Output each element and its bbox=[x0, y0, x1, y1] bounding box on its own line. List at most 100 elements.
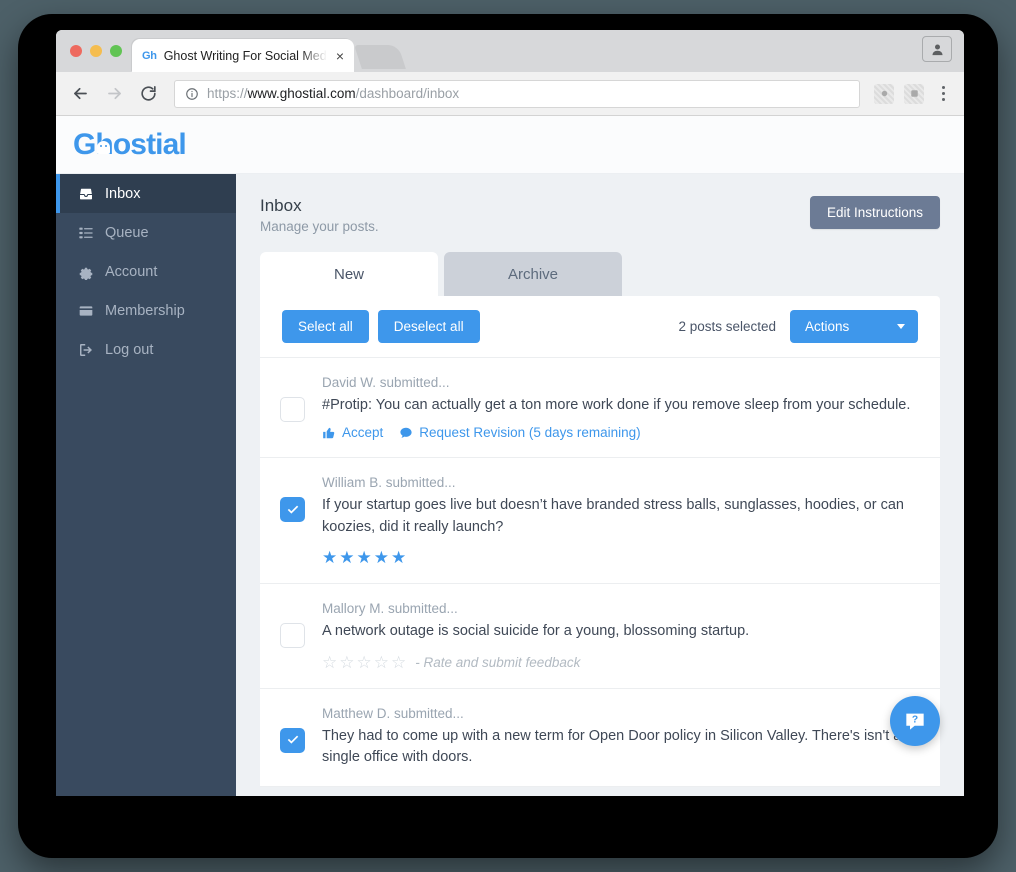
tab-new[interactable]: New bbox=[260, 252, 438, 296]
extension-icon-1[interactable] bbox=[874, 83, 894, 104]
actions-label: Actions bbox=[805, 319, 850, 334]
check-icon bbox=[287, 735, 298, 744]
request-revision-link[interactable]: Request Revision (5 days remaining) bbox=[399, 425, 641, 441]
post-row[interactable]: David W. submitted... #Protip: You can a… bbox=[260, 358, 940, 459]
credit-card-icon bbox=[78, 303, 94, 319]
window-controls bbox=[70, 45, 122, 57]
forward-button[interactable] bbox=[102, 82, 126, 106]
arrow-right-icon bbox=[107, 87, 121, 100]
star-icon[interactable]: ★ bbox=[339, 549, 354, 566]
page-title: Inbox bbox=[260, 196, 302, 215]
accept-label: Accept bbox=[342, 425, 384, 441]
sidebar-item-label: Membership bbox=[105, 302, 185, 319]
page-heading-block: Inbox Manage your posts. bbox=[260, 196, 379, 234]
svg-text:?: ? bbox=[912, 715, 918, 726]
square-icon bbox=[910, 90, 918, 97]
back-button[interactable] bbox=[68, 82, 92, 106]
profile-button[interactable] bbox=[922, 36, 952, 62]
comment-icon bbox=[400, 427, 412, 438]
post-row[interactable]: William B. submitted... If your startup … bbox=[260, 458, 940, 585]
sidebar-item-log-out[interactable]: Log out bbox=[56, 330, 236, 369]
post-author: Mallory M. submitted... bbox=[322, 601, 458, 617]
edit-instructions-button[interactable]: Edit Instructions bbox=[809, 196, 940, 229]
inbox-icon bbox=[78, 186, 94, 202]
person-icon bbox=[932, 44, 942, 55]
post-body: Matthew D. submitted... They had to come… bbox=[322, 706, 918, 769]
star-icon[interactable]: ☆ bbox=[391, 654, 406, 671]
deselect-all-button[interactable]: Deselect all bbox=[377, 310, 480, 343]
sidebar: Inbox Queue Account Membership Log out bbox=[56, 174, 236, 796]
sidebar-item-inbox[interactable]: Inbox bbox=[56, 174, 236, 213]
help-button[interactable]: ? bbox=[890, 696, 940, 746]
post-rating[interactable]: ★ ★ ★ ★ ★ bbox=[322, 549, 918, 566]
star-icon[interactable]: ★ bbox=[374, 549, 389, 566]
sidebar-item-account[interactable]: Account bbox=[56, 252, 236, 291]
app-header: Ghostial bbox=[56, 116, 964, 174]
selection-count: 2 posts selected bbox=[678, 319, 776, 334]
url-text: https://www.ghostial.com/dashboard/inbox bbox=[207, 86, 459, 101]
post-text: A network outage is social suicide for a… bbox=[322, 623, 750, 640]
sidebar-item-label: Log out bbox=[105, 341, 154, 358]
post-rating[interactable]: ☆ ☆ ☆ ☆ ☆ - Rate and submit feedback bbox=[322, 654, 918, 671]
post-checkbox[interactable] bbox=[280, 497, 305, 523]
tab-archive[interactable]: Archive bbox=[444, 252, 622, 296]
post-author: David W. submitted... bbox=[322, 375, 450, 390]
reload-button[interactable] bbox=[136, 82, 160, 106]
post-body: Mallory M. submitted... A network outage… bbox=[322, 601, 918, 670]
close-icon[interactable]: × bbox=[334, 49, 346, 63]
content-tabs: New Archive bbox=[260, 252, 940, 296]
sidebar-item-label: Queue bbox=[105, 224, 149, 241]
select-all-button[interactable]: Select all bbox=[282, 310, 369, 343]
actions-dropdown-button[interactable]: Actions bbox=[790, 310, 918, 343]
sidebar-item-queue[interactable]: Queue bbox=[56, 213, 236, 252]
tab-title: Ghost Writing For Social Media bbox=[163, 48, 327, 63]
post-actions: Accept Request Revision (5 days remainin… bbox=[322, 425, 918, 440]
star-icon[interactable]: ★ bbox=[357, 549, 372, 566]
new-tab-button[interactable] bbox=[354, 45, 406, 69]
gear-icon bbox=[78, 264, 94, 280]
favicon: Gh bbox=[142, 49, 157, 62]
close-window-button[interactable] bbox=[70, 45, 82, 57]
url-host: www.ghostial.com bbox=[247, 86, 356, 101]
chevron-down-icon bbox=[897, 324, 905, 329]
browser-menu-button[interactable] bbox=[934, 86, 952, 101]
posts-toolbar: Select all Deselect all 2 posts selected… bbox=[260, 296, 940, 358]
list-icon bbox=[78, 225, 94, 241]
sign-out-icon bbox=[78, 342, 94, 358]
star-icon[interactable]: ★ bbox=[391, 549, 406, 566]
url-path: /dashboard/inbox bbox=[355, 86, 460, 101]
accept-link[interactable]: Accept bbox=[322, 425, 383, 440]
browser-tab[interactable]: Gh Ghost Writing For Social Media × bbox=[132, 39, 354, 72]
rate-hint-label: - Rate and submit feedback bbox=[415, 654, 581, 670]
page-subtitle: Manage your posts. bbox=[260, 219, 379, 234]
post-checkbox[interactable] bbox=[280, 727, 305, 753]
request-revision-label: Request Revision (5 days remaining) bbox=[419, 425, 641, 441]
app-body: Inbox Queue Account Membership Log out I… bbox=[56, 174, 964, 796]
brand-logo[interactable]: Ghostial bbox=[73, 128, 187, 162]
kebab-dot bbox=[941, 92, 945, 95]
star-icon[interactable]: ☆ bbox=[374, 654, 389, 671]
kebab-dot bbox=[941, 86, 945, 89]
post-body: David W. submitted... #Protip: You can a… bbox=[322, 375, 918, 440]
post-row[interactable]: Mallory M. submitted... A network outage… bbox=[260, 584, 940, 689]
star-icon[interactable]: ☆ bbox=[322, 654, 337, 671]
star-icon[interactable]: ☆ bbox=[357, 654, 372, 671]
post-checkbox[interactable] bbox=[280, 623, 305, 649]
check-icon bbox=[287, 505, 298, 514]
extension-icon-2[interactable] bbox=[904, 83, 924, 104]
kebab-dot bbox=[941, 98, 945, 101]
star-icon[interactable]: ★ bbox=[322, 549, 337, 566]
sidebar-item-label: Account bbox=[105, 263, 158, 280]
address-bar[interactable]: https://www.ghostial.com/dashboard/inbox bbox=[174, 79, 860, 108]
star-icon[interactable]: ☆ bbox=[339, 654, 354, 671]
sidebar-item-membership[interactable]: Membership bbox=[56, 291, 236, 330]
browser-toolbar: https://www.ghostial.com/dashboard/inbox bbox=[56, 72, 964, 116]
post-author: William B. submitted... bbox=[322, 475, 456, 491]
post-row[interactable]: Matthew D. submitted... They had to come… bbox=[260, 689, 940, 787]
post-text: They had to come up with a new term for … bbox=[322, 727, 902, 766]
maximize-window-button[interactable] bbox=[110, 45, 122, 57]
minimize-window-button[interactable] bbox=[90, 45, 102, 57]
info-icon bbox=[186, 87, 198, 100]
post-checkbox[interactable] bbox=[280, 397, 305, 422]
browser-window: Gh Ghost Writing For Social Media × http… bbox=[56, 30, 964, 796]
